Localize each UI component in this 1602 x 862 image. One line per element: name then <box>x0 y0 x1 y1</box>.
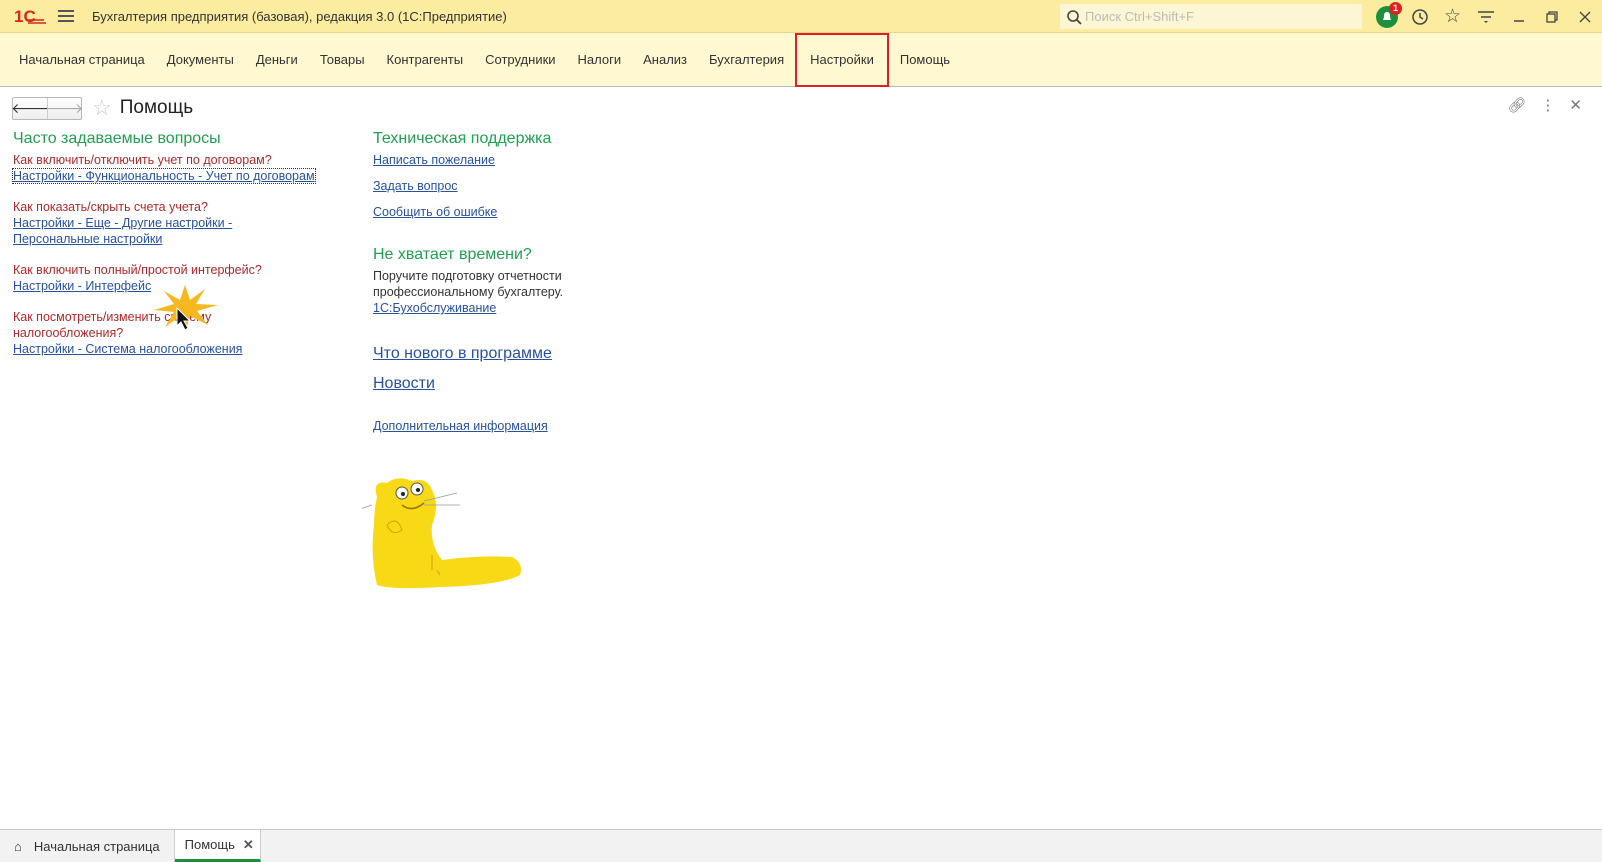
favorite-star-icon[interactable]: ☆ <box>92 95 112 121</box>
more-actions-icon[interactable]: ⋮ <box>1540 96 1555 114</box>
1c-logo: 1С <box>14 7 46 26</box>
main-menu-icon[interactable] <box>58 10 74 22</box>
report-error-link[interactable]: Сообщить об ошибке <box>373 205 497 219</box>
search-icon <box>1067 9 1082 25</box>
faq-link[interactable]: Настройки - Интерфейс <box>13 279 151 293</box>
faq-question: Как включить полный/простой интерфейс? <box>13 263 262 277</box>
more-info-link[interactable]: Дополнительная информация <box>373 419 548 433</box>
tab-label: Помощь <box>184 837 235 852</box>
notification-badge: 1 <box>1389 2 1402 15</box>
faq-link[interactable]: Персональные настройки <box>13 232 162 246</box>
notifications-button[interactable]: 1 <box>1370 0 1403 33</box>
faq-heading: Часто задаваемые вопросы <box>13 130 221 147</box>
faq-link[interactable]: Настройки - Система налогообложения <box>13 342 242 356</box>
search-placeholder: Поиск Ctrl+Shift+F <box>1085 9 1194 24</box>
support-heading: Техническая поддержка <box>373 130 552 147</box>
back-button[interactable]: 🡐 <box>11 98 49 119</box>
close-form-icon[interactable]: ✕ <box>1569 96 1582 114</box>
section-analysis[interactable]: Анализ <box>632 33 698 87</box>
section-help[interactable]: Помощь <box>889 33 961 87</box>
time-heading: Не хватает времени? <box>373 246 532 263</box>
favorites-icon[interactable]: ☆ <box>1436 0 1469 33</box>
section-taxes[interactable]: Налоги <box>567 33 633 87</box>
section-accounting[interactable]: Бухгалтерия <box>698 33 795 87</box>
app-title: Бухгалтерия предприятия (базовая), редак… <box>92 8 507 24</box>
whats-new-link[interactable]: Что нового в программе <box>373 345 552 362</box>
history-icon[interactable] <box>1403 0 1436 33</box>
tab-label: Начальная страница <box>33 838 160 854</box>
news-link[interactable]: Новости <box>373 375 435 392</box>
section-documents[interactable]: Документы <box>156 33 245 87</box>
section-goods[interactable]: Товары <box>309 33 376 87</box>
faq-link[interactable]: Настройки - Еще - Другие настройки - <box>13 216 232 230</box>
functions-menu-icon[interactable] <box>1469 0 1502 33</box>
buhobsluzhivanie-link[interactable]: 1С:Бухобслуживание <box>373 301 496 315</box>
sections-panel: Начальная страница Документы Деньги Това… <box>0 32 1602 87</box>
faq-link[interactable]: Настройки - Функциональность - Учет по д… <box>12 168 316 184</box>
cat-illustration <box>362 478 521 589</box>
close-window-button[interactable] <box>1568 0 1601 33</box>
write-wish-link[interactable]: Написать пожелание <box>373 153 495 167</box>
faq-question: Как включить/отключить учет по договорам… <box>13 153 272 167</box>
search-input[interactable]: Поиск Ctrl+Shift+F <box>1060 4 1362 29</box>
open-windows-panel: ⌂ Начальная страница Помощь ✕ <box>0 829 1602 862</box>
section-counterparties[interactable]: Контрагенты <box>376 33 475 87</box>
section-employees[interactable]: Сотрудники <box>474 33 566 87</box>
title-bar: 1С Бухгалтерия предприятия (базовая), ре… <box>0 0 1602 33</box>
link-icon[interactable]: 🔗︎ <box>1507 96 1526 114</box>
support-section: Техническая поддержка Написать пожелание… <box>373 130 633 434</box>
section-home[interactable]: Начальная страница <box>8 33 156 87</box>
faq-question: Как показать/скрыть счета учета? <box>13 200 208 214</box>
forward-button[interactable]: 🡒 <box>46 97 83 119</box>
page-title: Помощь <box>119 97 194 118</box>
ask-question-link[interactable]: Задать вопрос <box>373 179 458 193</box>
tab-help[interactable]: Помощь ✕ <box>174 830 261 862</box>
home-icon: ⌂ <box>14 838 22 854</box>
restore-button[interactable] <box>1535 0 1568 33</box>
close-tab-icon[interactable]: ✕ <box>243 837 254 853</box>
section-money[interactable]: Деньги <box>245 33 309 87</box>
minimize-button[interactable] <box>1502 0 1535 33</box>
faq-section: Часто задаваемые вопросы Как включить/от… <box>12 130 343 372</box>
click-highlight-icon <box>154 285 218 331</box>
time-text: Поручите подготовку отчетности профессио… <box>373 269 564 299</box>
section-settings[interactable]: Настройки <box>795 32 889 87</box>
tab-home[interactable]: ⌂ Начальная страница <box>0 830 175 862</box>
